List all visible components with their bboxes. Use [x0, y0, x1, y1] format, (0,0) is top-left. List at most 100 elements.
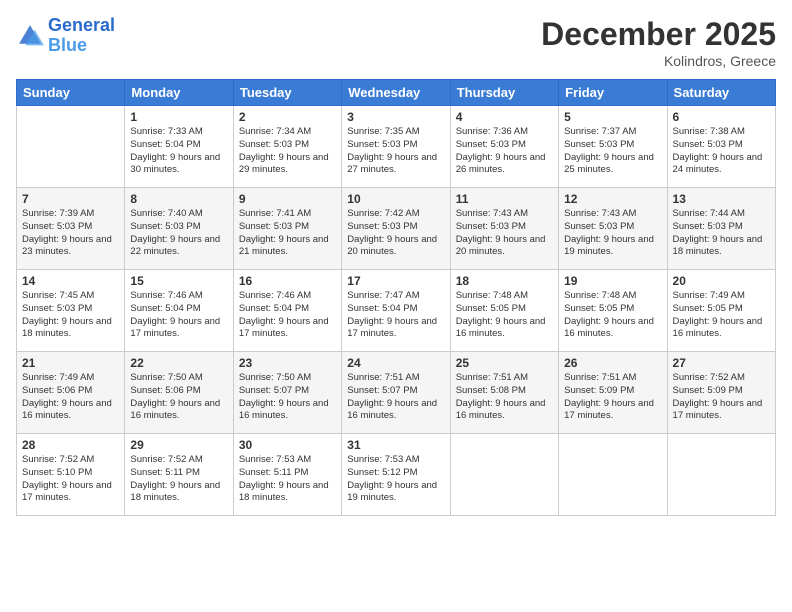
calendar-cell: 24 Sunrise: 7:51 AMSunset: 5:07 PMDaylig…	[342, 352, 450, 434]
day-number: 26	[564, 356, 661, 370]
day-number: 10	[347, 192, 444, 206]
calendar-cell: 1 Sunrise: 7:33 AMSunset: 5:04 PMDayligh…	[125, 106, 233, 188]
day-info: Sunrise: 7:53 AMSunset: 5:12 PMDaylight:…	[347, 454, 444, 505]
logo: General Blue	[16, 16, 115, 56]
weekday-header: Sunday	[17, 80, 125, 106]
day-info: Sunrise: 7:37 AMSunset: 5:03 PMDaylight:…	[564, 126, 661, 177]
calendar-cell: 22 Sunrise: 7:50 AMSunset: 5:06 PMDaylig…	[125, 352, 233, 434]
day-number: 29	[130, 438, 227, 452]
day-info: Sunrise: 7:48 AMSunset: 5:05 PMDaylight:…	[456, 290, 553, 341]
calendar-cell	[17, 106, 125, 188]
calendar-week-row: 1 Sunrise: 7:33 AMSunset: 5:04 PMDayligh…	[17, 106, 776, 188]
day-info: Sunrise: 7:49 AMSunset: 5:05 PMDaylight:…	[673, 290, 770, 341]
calendar-cell: 26 Sunrise: 7:51 AMSunset: 5:09 PMDaylig…	[559, 352, 667, 434]
calendar-cell: 17 Sunrise: 7:47 AMSunset: 5:04 PMDaylig…	[342, 270, 450, 352]
calendar-cell	[667, 434, 775, 516]
calendar-cell: 31 Sunrise: 7:53 AMSunset: 5:12 PMDaylig…	[342, 434, 450, 516]
day-number: 25	[456, 356, 553, 370]
day-number: 1	[130, 110, 227, 124]
day-info: Sunrise: 7:52 AMSunset: 5:11 PMDaylight:…	[130, 454, 227, 505]
day-number: 2	[239, 110, 336, 124]
day-info: Sunrise: 7:46 AMSunset: 5:04 PMDaylight:…	[239, 290, 336, 341]
day-info: Sunrise: 7:36 AMSunset: 5:03 PMDaylight:…	[456, 126, 553, 177]
calendar-week-row: 14 Sunrise: 7:45 AMSunset: 5:03 PMDaylig…	[17, 270, 776, 352]
calendar-week-row: 21 Sunrise: 7:49 AMSunset: 5:06 PMDaylig…	[17, 352, 776, 434]
calendar-cell	[559, 434, 667, 516]
day-info: Sunrise: 7:43 AMSunset: 5:03 PMDaylight:…	[456, 208, 553, 259]
day-number: 5	[564, 110, 661, 124]
calendar-cell: 7 Sunrise: 7:39 AMSunset: 5:03 PMDayligh…	[17, 188, 125, 270]
day-info: Sunrise: 7:51 AMSunset: 5:08 PMDaylight:…	[456, 372, 553, 423]
weekday-header: Friday	[559, 80, 667, 106]
day-number: 9	[239, 192, 336, 206]
day-number: 27	[673, 356, 770, 370]
day-number: 14	[22, 274, 119, 288]
day-number: 30	[239, 438, 336, 452]
calendar-cell: 8 Sunrise: 7:40 AMSunset: 5:03 PMDayligh…	[125, 188, 233, 270]
weekday-header: Tuesday	[233, 80, 341, 106]
day-info: Sunrise: 7:51 AMSunset: 5:07 PMDaylight:…	[347, 372, 444, 423]
day-info: Sunrise: 7:45 AMSunset: 5:03 PMDaylight:…	[22, 290, 119, 341]
day-number: 15	[130, 274, 227, 288]
calendar-cell: 14 Sunrise: 7:45 AMSunset: 5:03 PMDaylig…	[17, 270, 125, 352]
day-info: Sunrise: 7:53 AMSunset: 5:11 PMDaylight:…	[239, 454, 336, 505]
day-number: 28	[22, 438, 119, 452]
weekday-header: Monday	[125, 80, 233, 106]
calendar-cell: 21 Sunrise: 7:49 AMSunset: 5:06 PMDaylig…	[17, 352, 125, 434]
day-info: Sunrise: 7:51 AMSunset: 5:09 PMDaylight:…	[564, 372, 661, 423]
month-title: December 2025	[541, 16, 776, 53]
day-info: Sunrise: 7:35 AMSunset: 5:03 PMDaylight:…	[347, 126, 444, 177]
calendar-cell: 20 Sunrise: 7:49 AMSunset: 5:05 PMDaylig…	[667, 270, 775, 352]
calendar-cell: 9 Sunrise: 7:41 AMSunset: 5:03 PMDayligh…	[233, 188, 341, 270]
day-info: Sunrise: 7:38 AMSunset: 5:03 PMDaylight:…	[673, 126, 770, 177]
day-number: 19	[564, 274, 661, 288]
calendar-cell: 6 Sunrise: 7:38 AMSunset: 5:03 PMDayligh…	[667, 106, 775, 188]
calendar-cell: 5 Sunrise: 7:37 AMSunset: 5:03 PMDayligh…	[559, 106, 667, 188]
day-number: 16	[239, 274, 336, 288]
page-header: General Blue December 2025 Kolindros, Gr…	[16, 16, 776, 69]
calendar-week-row: 28 Sunrise: 7:52 AMSunset: 5:10 PMDaylig…	[17, 434, 776, 516]
day-number: 18	[456, 274, 553, 288]
day-info: Sunrise: 7:50 AMSunset: 5:06 PMDaylight:…	[130, 372, 227, 423]
calendar-cell: 3 Sunrise: 7:35 AMSunset: 5:03 PMDayligh…	[342, 106, 450, 188]
calendar-cell: 4 Sunrise: 7:36 AMSunset: 5:03 PMDayligh…	[450, 106, 558, 188]
day-info: Sunrise: 7:52 AMSunset: 5:09 PMDaylight:…	[673, 372, 770, 423]
calendar-cell: 28 Sunrise: 7:52 AMSunset: 5:10 PMDaylig…	[17, 434, 125, 516]
day-info: Sunrise: 7:50 AMSunset: 5:07 PMDaylight:…	[239, 372, 336, 423]
day-info: Sunrise: 7:44 AMSunset: 5:03 PMDaylight:…	[673, 208, 770, 259]
day-number: 31	[347, 438, 444, 452]
weekday-header: Saturday	[667, 80, 775, 106]
day-number: 24	[347, 356, 444, 370]
day-info: Sunrise: 7:46 AMSunset: 5:04 PMDaylight:…	[130, 290, 227, 341]
day-info: Sunrise: 7:42 AMSunset: 5:03 PMDaylight:…	[347, 208, 444, 259]
day-number: 21	[22, 356, 119, 370]
calendar-cell: 23 Sunrise: 7:50 AMSunset: 5:07 PMDaylig…	[233, 352, 341, 434]
day-number: 13	[673, 192, 770, 206]
weekday-header: Wednesday	[342, 80, 450, 106]
day-number: 23	[239, 356, 336, 370]
location-subtitle: Kolindros, Greece	[541, 53, 776, 69]
calendar-cell: 27 Sunrise: 7:52 AMSunset: 5:09 PMDaylig…	[667, 352, 775, 434]
calendar-cell: 30 Sunrise: 7:53 AMSunset: 5:11 PMDaylig…	[233, 434, 341, 516]
day-info: Sunrise: 7:41 AMSunset: 5:03 PMDaylight:…	[239, 208, 336, 259]
calendar-week-row: 7 Sunrise: 7:39 AMSunset: 5:03 PMDayligh…	[17, 188, 776, 270]
day-number: 4	[456, 110, 553, 124]
calendar-cell: 13 Sunrise: 7:44 AMSunset: 5:03 PMDaylig…	[667, 188, 775, 270]
calendar-cell: 15 Sunrise: 7:46 AMSunset: 5:04 PMDaylig…	[125, 270, 233, 352]
day-number: 7	[22, 192, 119, 206]
day-number: 12	[564, 192, 661, 206]
day-info: Sunrise: 7:33 AMSunset: 5:04 PMDaylight:…	[130, 126, 227, 177]
day-number: 17	[347, 274, 444, 288]
calendar-cell: 10 Sunrise: 7:42 AMSunset: 5:03 PMDaylig…	[342, 188, 450, 270]
title-block: December 2025 Kolindros, Greece	[541, 16, 776, 69]
day-info: Sunrise: 7:49 AMSunset: 5:06 PMDaylight:…	[22, 372, 119, 423]
day-number: 3	[347, 110, 444, 124]
day-info: Sunrise: 7:52 AMSunset: 5:10 PMDaylight:…	[22, 454, 119, 505]
day-number: 8	[130, 192, 227, 206]
calendar-cell: 16 Sunrise: 7:46 AMSunset: 5:04 PMDaylig…	[233, 270, 341, 352]
calendar-cell: 11 Sunrise: 7:43 AMSunset: 5:03 PMDaylig…	[450, 188, 558, 270]
weekday-header-row: SundayMondayTuesdayWednesdayThursdayFrid…	[17, 80, 776, 106]
calendar-cell: 19 Sunrise: 7:48 AMSunset: 5:05 PMDaylig…	[559, 270, 667, 352]
calendar-cell: 12 Sunrise: 7:43 AMSunset: 5:03 PMDaylig…	[559, 188, 667, 270]
day-info: Sunrise: 7:47 AMSunset: 5:04 PMDaylight:…	[347, 290, 444, 341]
